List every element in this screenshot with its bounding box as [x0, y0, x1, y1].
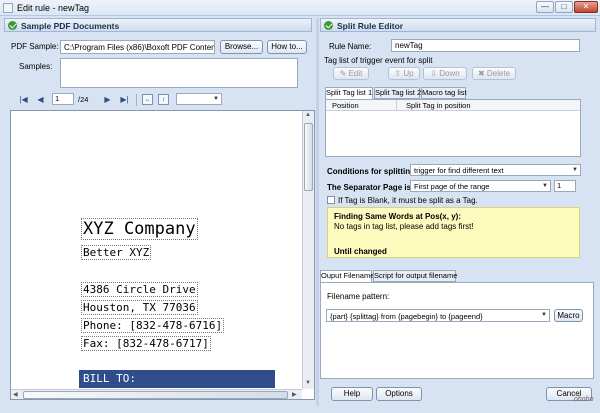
first-page-icon[interactable]: |◀: [18, 94, 29, 105]
conditions-select[interactable]: trigger for find different text ▼: [410, 164, 581, 176]
doc-address2: Houston, TX 77036: [81, 300, 198, 315]
scroll-up-icon[interactable]: ▲: [305, 112, 311, 118]
horizontal-scroll-thumb[interactable]: [23, 391, 288, 399]
up-label: Up: [403, 69, 414, 78]
panel-splitter[interactable]: [316, 18, 319, 406]
minimize-button[interactable]: —: [536, 1, 554, 13]
page-total: /24: [78, 95, 89, 104]
delete-button[interactable]: ✖ Delete: [472, 67, 516, 80]
scroll-right-icon[interactable]: ▶: [292, 391, 297, 398]
vertical-scroll-thumb[interactable]: [304, 123, 313, 191]
separator-value: First page of the range: [414, 182, 490, 191]
check-circle-icon: [8, 21, 17, 30]
conditions-label: Conditions for splitting:: [327, 167, 418, 176]
samples-list[interactable]: [60, 58, 298, 88]
separator-number-input[interactable]: 1: [554, 180, 576, 192]
info-box: Finding Same Words at Pos(x, y): No tags…: [327, 207, 580, 258]
down-button[interactable]: ⇩ Down: [423, 67, 467, 80]
info-until: Until changed: [334, 247, 387, 256]
edit-button[interactable]: ✎ Edit: [333, 67, 369, 80]
down-label: Down: [439, 69, 460, 78]
filename-pattern-select[interactable]: {part} {splittag} from {pagebegin} to {p…: [326, 309, 550, 322]
conditions-value: trigger for find different text: [414, 166, 504, 175]
options-button[interactable]: Options: [376, 387, 422, 401]
doc-bill-to: BILL TO:: [83, 372, 136, 385]
up-button[interactable]: ⇧ Up: [388, 67, 420, 80]
watermark: ohoho: [574, 396, 594, 403]
title-bar: Edit rule - newTag — □ ✕: [0, 0, 600, 16]
tab-script-output-filename[interactable]: Script for output filename: [373, 270, 457, 282]
scroll-down-icon[interactable]: ▼: [305, 380, 311, 386]
pdf-preview: XYZ Company Better XYZ 4386 Circle Drive…: [10, 110, 315, 400]
rule-name-input[interactable]: newTag: [391, 39, 580, 52]
toolbar-separator: [136, 94, 137, 106]
sample-pdf-header: Sample PDF Documents: [4, 18, 312, 32]
sample-pdf-title: Sample PDF Documents: [21, 21, 120, 31]
tab-split-tag-list-2[interactable]: Split Tag list 2: [374, 87, 421, 99]
blank-tag-checkbox[interactable]: [327, 196, 335, 204]
doc-subtitle: Better XYZ: [81, 245, 152, 260]
prev-page-icon[interactable]: ◀: [35, 94, 46, 105]
browse-button[interactable]: Browse...: [220, 40, 263, 54]
check-circle-icon: [324, 21, 333, 30]
doc-fax: Fax: [832-478-6717]: [81, 336, 211, 351]
table-header: Position Split Tag in position: [326, 100, 580, 111]
help-button[interactable]: Help: [331, 387, 373, 401]
tag-list-label: Tag list of trigger event for split: [324, 56, 433, 65]
split-tag-table: Position Split Tag in position: [325, 99, 581, 157]
column-position: Position: [332, 101, 359, 110]
maximize-button[interactable]: □: [555, 1, 573, 13]
doc-company: XYZ Company: [81, 218, 198, 240]
filename-pattern-value: {part} {splittag} from {pagebegin} to {p…: [330, 312, 483, 321]
close-button[interactable]: ✕: [574, 1, 598, 13]
how-to-button[interactable]: How to...: [267, 40, 307, 54]
filename-pattern-label: Filename pattern:: [327, 292, 390, 301]
delete-label: Delete: [486, 69, 511, 78]
zoom-select[interactable]: ▼: [176, 93, 222, 105]
next-page-icon[interactable]: ▶: [102, 94, 113, 105]
column-divider: [396, 100, 397, 111]
last-page-icon[interactable]: ▶|: [119, 94, 130, 105]
page-number-input[interactable]: 1: [52, 93, 74, 105]
separator-label: The Separator Page is:: [327, 183, 414, 192]
separator-select[interactable]: First page of the range ▼: [410, 180, 551, 192]
info-title: Finding Same Words at Pos(x, y):: [334, 212, 461, 221]
tab-macro-tag-list[interactable]: Macro tag list: [421, 87, 467, 99]
rule-name-label: Rule Name:: [329, 42, 372, 51]
doc-phone: Phone: [832-478-6716]: [81, 318, 225, 333]
samples-label: Samples:: [19, 62, 53, 71]
doc-bill-to-bar: BILL TO:: [79, 370, 275, 388]
scroll-left-icon[interactable]: ◀: [13, 391, 18, 398]
doc-address1: 4386 Circle Drive: [81, 282, 198, 297]
split-rule-header: Split Rule Editor: [320, 18, 596, 32]
split-rule-title: Split Rule Editor: [337, 21, 404, 31]
output-tab-panel: Filename pattern: {part} {splittag} from…: [320, 282, 594, 379]
horizontal-scrollbar[interactable]: ◀ ▶: [11, 389, 302, 399]
vertical-scrollbar[interactable]: ▲ ▼: [302, 111, 314, 389]
pdf-sample-label: PDF Sample:: [11, 42, 59, 51]
macro-button[interactable]: Macro: [554, 309, 583, 322]
fit-width-icon[interactable]: ↔: [142, 94, 153, 105]
blank-tag-label: If Tag is Blank, it must be split as a T…: [338, 196, 478, 205]
pdf-sample-path-input[interactable]: C:\Program Files (x86)\Boxoft PDF Conten…: [60, 40, 215, 54]
window-title: Edit rule - newTag: [17, 3, 90, 13]
app-icon: [3, 3, 13, 13]
fit-page-icon[interactable]: ↕: [158, 94, 169, 105]
info-message: No tags in tag list, please add tags fir…: [334, 222, 474, 231]
edit-label: Edit: [348, 69, 363, 78]
column-split-tag: Split Tag in position: [406, 101, 471, 110]
